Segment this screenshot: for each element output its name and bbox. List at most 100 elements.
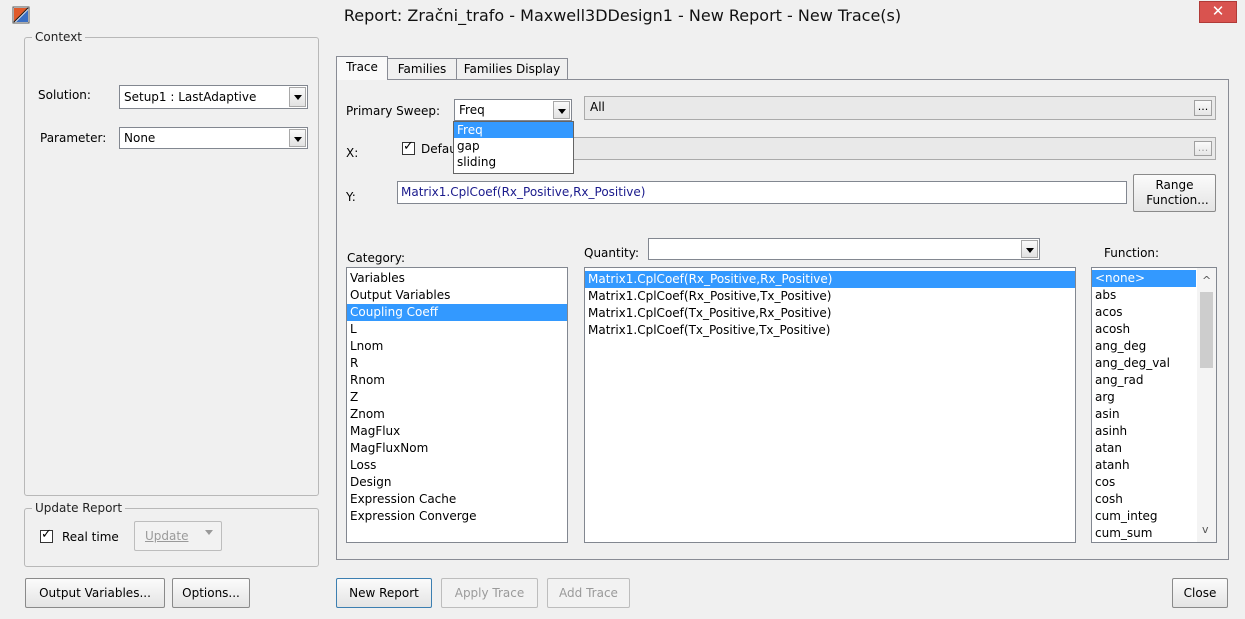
options-button[interactable]: Options... [172,578,250,608]
solution-label: Solution: [38,88,91,102]
context-legend: Context [32,30,86,44]
dropdown-option[interactable]: gap [454,138,573,154]
function-item[interactable]: cum_sum [1092,525,1196,542]
category-item[interactable]: Output Variables [347,287,567,304]
primary-sweep-label: Primary Sweep: [346,104,441,118]
function-items: <none> abs acos acosh ang_deg ang_deg_val ang_… [1092,270,1196,542]
function-item[interactable]: acosh [1092,321,1196,338]
check-icon: ✓ [41,527,52,542]
parameter-label: Parameter: [40,131,107,145]
function-item[interactable]: cum_integ [1092,508,1196,525]
chevron-down-icon[interactable] [289,129,306,147]
category-item[interactable]: Expression Converge [347,508,567,525]
category-item[interactable]: Lnom [347,338,567,355]
new-report-button[interactable]: New Report [336,578,432,608]
sweep-range-ellipsis-button[interactable]: ... [1194,100,1212,116]
apply-trace-button[interactable]: Apply Trace [441,578,538,608]
scrollbar-thumb[interactable] [1200,292,1213,368]
category-item[interactable]: MagFlux [347,423,567,440]
category-item[interactable]: Rnom [347,372,567,389]
function-item[interactable]: ang_deg_val [1092,355,1196,372]
y-expression-input[interactable]: Matrix1.CplCoef(Rx_Positive,Rx_Positive) [397,181,1127,204]
quantity-item[interactable]: Matrix1.CplCoef(Tx_Positive,Tx_Positive) [585,322,1075,339]
category-item[interactable]: MagFluxNom [347,440,567,457]
function-item[interactable]: asinh [1092,423,1196,440]
update-button[interactable]: Update [134,521,222,551]
chevron-down-icon [205,530,213,535]
category-item[interactable]: Loss [347,457,567,474]
chevron-down-icon[interactable]: v [1202,523,1209,536]
function-item[interactable]: asin [1092,406,1196,423]
function-item[interactable]: cos [1092,474,1196,491]
y-label: Y: [346,190,356,204]
function-item[interactable]: acos [1092,304,1196,321]
quantity-items: Matrix1.CplCoef(Rx_Positive,Rx_Positive)… [585,271,1075,339]
solution-select[interactable]: Setup1 : LastAdaptive [119,85,308,109]
primary-sweep-value: Freq [459,103,485,117]
x-default-checkbox[interactable]: ✓ [402,139,415,155]
update-label: Update [145,529,189,543]
category-item[interactable]: Z [347,389,567,406]
function-list[interactable]: <none> abs acos acosh ang_deg ang_deg_val ang_… [1091,267,1217,543]
quantity-label: Quantity: [584,246,640,260]
quantity-list[interactable]: Matrix1.CplCoef(Rx_Positive,Rx_Positive)… [584,267,1076,543]
chevron-up-icon[interactable]: ^ [1202,274,1211,287]
tab-families[interactable]: Families [387,58,457,80]
x-expression-field: ... [560,137,1216,160]
tab-families-display[interactable]: Families Display [456,58,568,80]
check-icon: ✓ [403,139,414,154]
quantity-item[interactable]: Matrix1.CplCoef(Rx_Positive,Rx_Positive) [585,271,1075,288]
category-item[interactable]: Design [347,474,567,491]
function-label: Function: [1104,246,1160,260]
x-label: X: [346,146,359,160]
parameter-value: None [124,131,156,145]
quantity-filter-select[interactable] [648,238,1040,260]
y-expression-value: Matrix1.CplCoef(Rx_Positive,Rx_Positive) [401,185,646,199]
category-label: Category: [347,251,405,265]
category-item[interactable]: L [347,321,567,338]
category-item[interactable]: Znom [347,406,567,423]
x-ellipsis-button[interactable]: ... [1194,141,1212,156]
chevron-down-icon[interactable] [289,87,306,107]
function-scrollbar[interactable]: ^ v [1197,268,1216,542]
chevron-down-icon[interactable] [1021,240,1038,258]
close-button[interactable]: Close [1172,578,1228,608]
range-function-label-2: Function... [1146,193,1209,207]
function-item[interactable]: ang_rad [1092,372,1196,389]
function-item[interactable]: <none> [1092,270,1196,287]
function-item[interactable]: cosh [1092,491,1196,508]
function-item[interactable]: atanh [1092,457,1196,474]
solution-value: Setup1 : LastAdaptive [124,90,257,104]
primary-sweep-dropdown: Freq gap sliding [453,121,574,174]
function-item[interactable]: arg [1092,389,1196,406]
range-function-button[interactable]: Range Function... [1133,174,1216,212]
category-item[interactable]: Coupling Coeff [347,304,567,321]
range-function-label-1: Range [1155,178,1194,192]
category-item[interactable]: Expression Cache [347,491,567,508]
quantity-item[interactable]: Matrix1.CplCoef(Tx_Positive,Rx_Positive) [585,305,1075,322]
function-item[interactable]: atan [1092,440,1196,457]
function-item[interactable]: ang_deg [1092,338,1196,355]
category-item[interactable]: Variables [347,270,567,287]
sweep-range-value: All [590,100,605,114]
quantity-item[interactable]: Matrix1.CplCoef(Rx_Positive,Tx_Positive) [585,288,1075,305]
category-item[interactable]: R [347,355,567,372]
output-variables-button[interactable]: Output Variables... [25,578,165,608]
close-window-button[interactable]: ✕ [1199,1,1237,23]
dropdown-option[interactable]: Freq [454,122,573,138]
category-list[interactable]: Variables Output Variables Coupling Coeff L… [346,267,568,543]
parameter-select[interactable]: None [119,127,308,149]
window-title: Report: Zračni_trafo - Maxwell3DDesign1 … [343,6,902,25]
dropdown-option[interactable]: sliding [454,154,573,170]
close-icon: ✕ [1211,2,1225,20]
tab-trace[interactable]: Trace [336,56,388,80]
category-items: Variables Output Variables Coupling Coeff L… [347,270,567,525]
primary-sweep-select[interactable]: Freq [454,99,572,121]
function-item[interactable]: abs [1092,287,1196,304]
add-trace-button[interactable]: Add Trace [547,578,630,608]
update-report-legend: Update Report [32,501,126,515]
sweep-range-field[interactable]: All ... [584,96,1216,120]
chevron-down-icon[interactable] [553,101,570,119]
title-bar: Report: Zračni_trafo - Maxwell3DDesign1 … [0,0,1245,36]
realtime-checkbox[interactable]: ✓ [40,527,53,543]
